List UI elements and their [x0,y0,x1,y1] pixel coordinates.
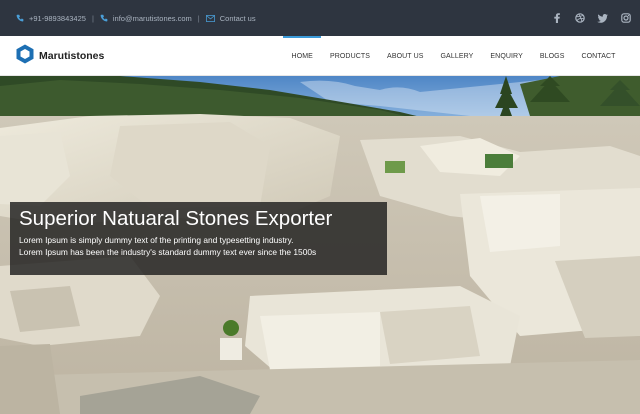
instagram-icon[interactable] [619,12,632,25]
email-item[interactable]: info@marutistones.com [100,14,192,23]
phone-item[interactable]: +91-9893843425 [16,14,86,23]
hexagon-logo-icon [16,44,34,69]
twitter-icon[interactable] [596,12,609,25]
hero-text-line-1: Lorem Ipsum is simply dummy text of the … [19,235,294,245]
nav-item-contact[interactable]: CONTACT [573,36,624,76]
hero-slider: Superior Natuaral Stones Exporter Lorem … [0,76,640,414]
divider: | [91,13,94,23]
phone-icon [16,14,24,22]
contact-link-label: Contact us [219,13,256,23]
phone-number: +91-9893843425 [29,13,86,23]
nav-item-gallery[interactable]: GALLERY [432,36,482,76]
contact-link[interactable]: Contact us [205,13,256,23]
hero-title: Superior Natuaral Stones Exporter [19,207,333,230]
email-address: info@marutistones.com [112,13,192,23]
nav-item-about-us[interactable]: ABOUT US [379,36,432,76]
phone-icon [100,14,108,22]
facebook-icon[interactable] [550,12,563,25]
nav-menu: HOME PRODUCTS ABOUT US GALLERY ENQUIRY B… [283,36,624,76]
contact-info: +91-9893843425 | info@marutistones.com |… [16,0,256,36]
hero-text-line-2: Lorem Ipsum has been the industry's stan… [19,247,317,257]
hero-caption: Superior Natuaral Stones Exporter Lorem … [10,202,387,275]
brand-logo[interactable]: Marutistones [16,36,104,76]
dribbble-icon[interactable] [573,12,586,25]
mail-icon [205,14,215,22]
top-bar: +91-9893843425 | info@marutistones.com |… [0,0,640,36]
brand-name: Marutistones [39,50,105,62]
nav-item-products[interactable]: PRODUCTS [321,36,378,76]
nav-item-enquiry[interactable]: ENQUIRY [482,36,531,76]
main-navbar: Marutistones HOME PRODUCTS ABOUT US GALL… [0,36,640,76]
divider: | [197,13,200,23]
nav-item-home[interactable]: HOME [283,36,322,76]
social-links [550,0,632,36]
nav-item-blogs[interactable]: BLOGS [531,36,573,76]
